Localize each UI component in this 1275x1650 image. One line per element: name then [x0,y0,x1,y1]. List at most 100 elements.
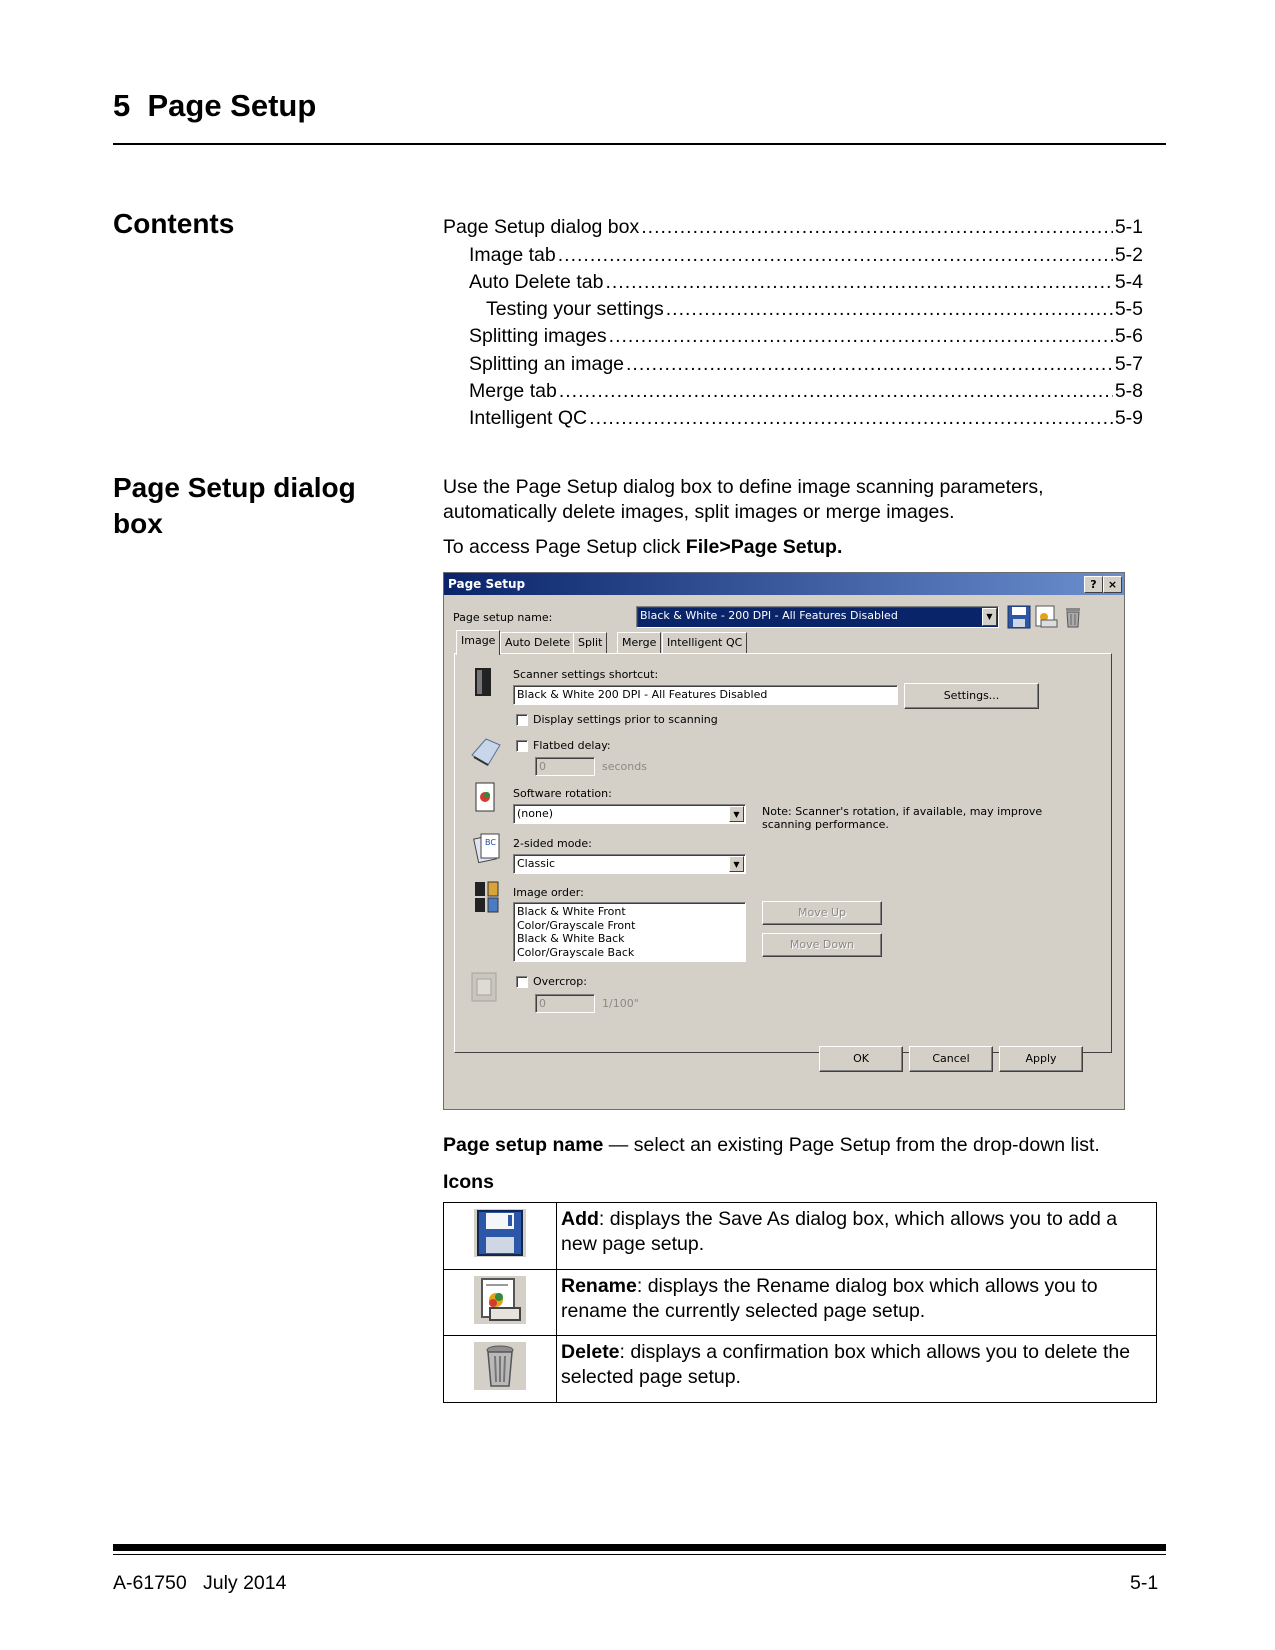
toc-entry-page: 5-1 [1114,216,1143,238]
flatbed-delay-spinner[interactable]: 0 [535,757,595,776]
page-setup-name-label: Page setup name: [453,611,553,624]
footer-doc-id-date: A-61750 July 2014 [113,1572,287,1594]
toc-leader [605,271,1112,294]
access-text: To access Page Setup click [443,536,686,558]
ok-button[interactable]: OK [819,1046,903,1072]
close-button[interactable]: × [1103,576,1122,593]
two-sided-mode-label: 2-sided mode: [513,837,592,850]
image-order-label: Image order: [513,886,584,899]
flatbed-icon [468,735,504,769]
chevron-down-icon[interactable]: ▼ [729,856,744,872]
tab-merge[interactable]: Merge [617,632,662,654]
icon-text: : displays a confirmation box which allo… [561,1341,1131,1388]
chapter-rule [113,143,1166,145]
list-item[interactable]: Color/Grayscale Front [517,919,742,933]
icon-description: Add: displays the Save As dialog box, wh… [556,1202,1157,1270]
two-sided-icon: BC [472,831,502,864]
toc-entry[interactable]: Splitting an image 5-7 [469,353,1143,376]
table-row: Delete: displays a confirmation box whic… [443,1335,1157,1403]
list-item[interactable]: Color/Grayscale Back [517,946,742,960]
toc-entry[interactable]: Page Setup dialog box 5-1 [443,216,1143,239]
trash-icon [474,1342,526,1390]
cancel-button[interactable]: Cancel [909,1046,993,1072]
overcrop-value: 0 [539,997,546,1010]
toc-entry-page: 5-6 [1114,325,1143,347]
toc-leader [558,244,1113,267]
overcrop-checkbox[interactable] [516,976,528,988]
footer-page-number: 5-1 [1130,1572,1159,1594]
scanner-shortcut-value: Black & White 200 DPI - All Features Dis… [517,688,768,701]
tab-intelligent-qc[interactable]: Intelligent QC [662,632,748,654]
display-settings-label: Display settings prior to scanning [533,713,718,726]
toc-entry-text: Auto Delete tab [469,271,604,293]
access-paragraph: To access Page Setup click File>Page Set… [443,535,1143,560]
table-row: Rename: displays the Rename dialog box w… [443,1269,1157,1336]
toc-entry-page: 5-9 [1114,407,1143,429]
intro-paragraph: Use the Page Setup dialog box to define … [443,476,1044,523]
overcrop-unit: 1/100" [602,997,639,1010]
toc-leader [559,380,1113,403]
software-rotation-select[interactable]: (none) ▼ [513,804,746,824]
save-icon[interactable] [1007,605,1031,629]
flatbed-delay-checkbox[interactable] [516,740,528,752]
toc-leader [609,325,1113,348]
toc-entry[interactable]: Intelligent QC 5-9 [469,407,1143,430]
dialog-title: Page Setup [448,577,526,591]
icons-heading: Icons [443,1171,494,1193]
two-sided-mode-value: Classic [517,857,556,870]
icons-table: Add: displays the Save As dialog box, wh… [443,1202,1157,1403]
toc-entry-text: Testing your settings [486,298,664,320]
page-setup-name-term: Page setup name [443,1134,604,1156]
rotation-note: Note: Scanner's rotation, if available, … [762,805,1043,831]
chevron-down-icon[interactable]: ▼ [982,608,997,626]
tab-auto-delete[interactable]: Auto Delete [500,632,576,654]
overcrop-spinner[interactable]: 0 [535,994,595,1013]
toc-entry-text: Splitting images [469,325,607,347]
icon-description: Delete: displays a confirmation box whic… [556,1335,1157,1403]
overcrop-icon [470,971,498,1003]
toc-entry-page: 5-8 [1114,380,1143,402]
image-order-list[interactable]: Black & White Front Color/Grayscale Fron… [513,902,746,962]
tab-image[interactable]: Image [456,630,501,655]
page-setup-name-select[interactable]: Black & White - 200 DPI - All Features D… [636,606,999,628]
icon-cell [443,1202,557,1270]
toc-entry-text: Image tab [469,244,556,266]
page-setup-name-value: Black & White - 200 DPI - All Features D… [640,609,898,622]
icon-cell [443,1269,557,1336]
toc-entry[interactable]: Auto Delete tab 5-4 [469,271,1143,294]
page-setup-dialog: Page Setup ? × Page setup name: Black & … [443,572,1125,1110]
toc-entry[interactable]: Image tab 5-2 [469,244,1143,267]
flatbed-delay-label: Flatbed delay: [533,739,611,752]
image-order-icon [474,881,500,913]
move-down-button[interactable]: Move Down [762,933,882,957]
icon-text: : displays the Rename dialog box which a… [561,1275,1098,1322]
apply-button[interactable]: Apply [999,1046,1083,1072]
overcrop-label: Overcrop: [533,975,587,988]
software-rotation-label: Software rotation: [513,787,612,800]
toc-entry[interactable]: Testing your settings 5-5 [486,298,1143,321]
settings-button[interactable]: Settings... [904,683,1039,709]
table-row: Add: displays the Save As dialog box, wh… [443,1202,1157,1270]
help-button[interactable]: ? [1084,576,1103,593]
list-item[interactable]: Black & White Back [517,932,742,946]
toc-entry-text: Intelligent QC [469,407,588,429]
toc-entry[interactable]: Splitting images 5-6 [469,325,1143,348]
icon-cell [443,1335,557,1403]
move-up-button[interactable]: Move Up [762,901,882,925]
toc-entry[interactable]: Merge tab 5-8 [469,380,1143,403]
icon-term: Delete [561,1341,620,1363]
rotation-icon [474,781,498,813]
rename-icon[interactable] [1034,605,1058,629]
tab-split[interactable]: Split [573,632,608,654]
scanner-icon [472,666,496,698]
two-sided-mode-select[interactable]: Classic ▼ [513,854,746,874]
display-settings-checkbox[interactable] [516,714,528,726]
list-item[interactable]: Black & White Front [517,905,742,919]
scanner-shortcut-field[interactable]: Black & White 200 DPI - All Features Dis… [513,685,898,705]
footer-rule [113,1544,1166,1551]
chevron-down-icon[interactable]: ▼ [729,806,744,822]
footer-rule-thin [113,1554,1166,1555]
trash-icon[interactable] [1061,605,1085,629]
flatbed-delay-unit: seconds [602,760,647,773]
icon-term: Add [561,1208,599,1230]
